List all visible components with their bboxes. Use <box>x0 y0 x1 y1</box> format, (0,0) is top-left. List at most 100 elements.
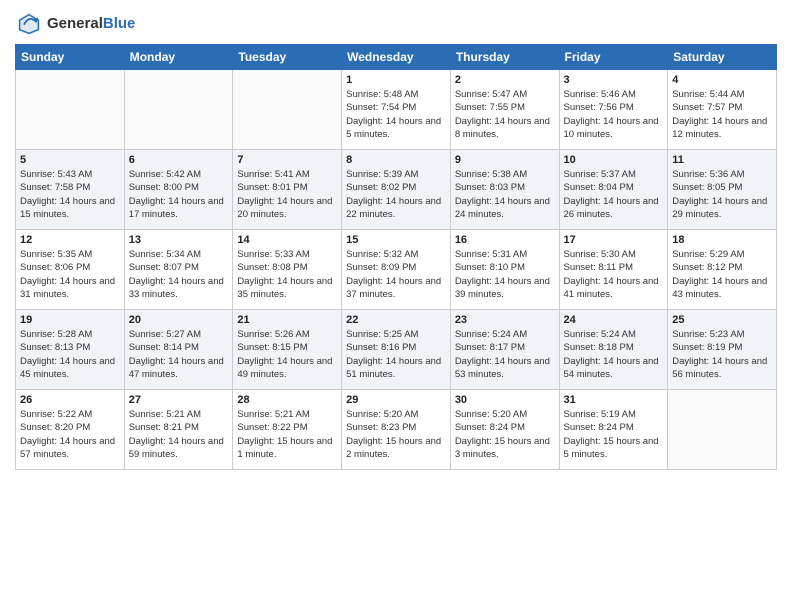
empty-cell <box>668 390 777 470</box>
day-info: Sunrise: 5:39 AMSunset: 8:02 PMDaylight:… <box>346 168 446 221</box>
day-number: 21 <box>237 314 337 326</box>
day-cell-28: 28 Sunrise: 5:21 AMSunset: 8:22 PMDayligh… <box>233 390 342 470</box>
day-cell-25: 25Sunrise: 5:23 AMSunset: 8:19 PMDayligh… <box>668 310 777 390</box>
week-row-3: 12 Sunrise: 5:35 AMSunset: 8:06 PMDayligh… <box>16 230 777 310</box>
day-cell-12: 12 Sunrise: 5:35 AMSunset: 8:06 PMDayligh… <box>16 230 125 310</box>
header-cell-sunday: Sunday <box>16 45 125 70</box>
day-info: Sunrise: 5:22 AMSunset: 8:20 PMDaylight:… <box>20 408 120 461</box>
day-number: 12 <box>20 234 120 246</box>
day-info: Sunrise: 5:25 AMSunset: 8:16 PMDaylight:… <box>346 328 446 381</box>
day-cell-27: 27Sunrise: 5:21 AMSunset: 8:21 PMDayligh… <box>124 390 233 470</box>
day-number: 18 <box>672 234 772 246</box>
day-info: Sunrise: 5:32 AMSunset: 8:09 PMDaylight:… <box>346 248 446 301</box>
page: GeneralBlue SundayMondayTuesdayWednesday… <box>0 0 792 612</box>
day-cell-1: 1Sunrise: 5:48 AMSunset: 7:54 PMDaylight… <box>342 70 451 150</box>
day-info: Sunrise: 5:41 AMSunset: 8:01 PMDaylight:… <box>237 168 337 221</box>
day-info: Sunrise: 5:24 AMSunset: 8:17 PMDaylight:… <box>455 328 555 381</box>
day-info: Sunrise: 5:34 AMSunset: 8:07 PMDaylight:… <box>129 248 229 301</box>
day-cell-26: 26 Sunrise: 5:22 AMSunset: 8:20 PMDayligh… <box>16 390 125 470</box>
header-cell-saturday: Saturday <box>668 45 777 70</box>
day-cell-17: 17 Sunrise: 5:30 AMSunset: 8:11 PMDayligh… <box>559 230 668 310</box>
day-info: Sunrise: 5:29 AMSunset: 8:12 PMDaylight:… <box>672 248 772 301</box>
day-cell-19: 19 Sunrise: 5:28 AMSunset: 8:13 PMDayligh… <box>16 310 125 390</box>
day-cell-30: 30 Sunrise: 5:20 AMSunset: 8:24 PMDayligh… <box>450 390 559 470</box>
day-number: 7 <box>237 154 337 166</box>
day-info: Sunrise: 5:30 AMSunset: 8:11 PMDaylight:… <box>564 248 664 301</box>
empty-cell <box>124 70 233 150</box>
header-row: SundayMondayTuesdayWednesdayThursdayFrid… <box>16 45 777 70</box>
day-number: 10 <box>564 154 664 166</box>
day-number: 16 <box>455 234 555 246</box>
day-info: Sunrise: 5:26 AMSunset: 8:15 PMDaylight:… <box>237 328 337 381</box>
day-info: Sunrise: 5:38 AMSunset: 8:03 PMDaylight:… <box>455 168 555 221</box>
day-cell-23: 23 Sunrise: 5:24 AMSunset: 8:17 PMDayligh… <box>450 310 559 390</box>
day-cell-3: 3Sunrise: 5:46 AMSunset: 7:56 PMDaylight… <box>559 70 668 150</box>
day-cell-18: 18 Sunrise: 5:29 AMSunset: 8:12 PMDayligh… <box>668 230 777 310</box>
day-cell-9: 9 Sunrise: 5:38 AMSunset: 8:03 PMDaylight… <box>450 150 559 230</box>
day-info: Sunrise: 5:27 AMSunset: 8:14 PMDaylight:… <box>129 328 229 381</box>
day-number: 6 <box>129 154 229 166</box>
day-number: 15 <box>346 234 446 246</box>
day-number: 31 <box>564 394 664 406</box>
empty-cell <box>16 70 125 150</box>
day-info: Sunrise: 5:21 AMSunset: 8:22 PMDaylight:… <box>237 408 337 461</box>
day-cell-31: 31 Sunrise: 5:19 AMSunset: 8:24 PMDayligh… <box>559 390 668 470</box>
day-info: Sunrise: 5:19 AMSunset: 8:24 PMDaylight:… <box>564 408 664 461</box>
day-cell-2: 2Sunrise: 5:47 AMSunset: 7:55 PMDaylight… <box>450 70 559 150</box>
day-number: 17 <box>564 234 664 246</box>
day-info: Sunrise: 5:44 AMSunset: 7:57 PMDaylight:… <box>672 88 772 141</box>
day-info: Sunrise: 5:20 AMSunset: 8:24 PMDaylight:… <box>455 408 555 461</box>
day-info: Sunrise: 5:37 AMSunset: 8:04 PMDaylight:… <box>564 168 664 221</box>
day-info: Sunrise: 5:42 AMSunset: 8:00 PMDaylight:… <box>129 168 229 221</box>
day-info: Sunrise: 5:31 AMSunset: 8:10 PMDaylight:… <box>455 248 555 301</box>
header-cell-thursday: Thursday <box>450 45 559 70</box>
logo-text: GeneralBlue <box>47 16 135 33</box>
day-number: 30 <box>455 394 555 406</box>
day-cell-29: 29 Sunrise: 5:20 AMSunset: 8:23 PMDayligh… <box>342 390 451 470</box>
day-number: 9 <box>455 154 555 166</box>
empty-cell <box>233 70 342 150</box>
logo-icon <box>15 10 43 38</box>
week-row-2: 5 Sunrise: 5:43 AMSunset: 7:58 PMDaylight… <box>16 150 777 230</box>
day-number: 2 <box>455 74 555 86</box>
header-cell-monday: Monday <box>124 45 233 70</box>
day-cell-11: 11 Sunrise: 5:36 AMSunset: 8:05 PMDayligh… <box>668 150 777 230</box>
day-number: 20 <box>129 314 229 326</box>
day-cell-13: 13 Sunrise: 5:34 AMSunset: 8:07 PMDayligh… <box>124 230 233 310</box>
day-number: 11 <box>672 154 772 166</box>
day-info: Sunrise: 5:23 AMSunset: 8:19 PMDaylight:… <box>672 328 772 381</box>
day-info: Sunrise: 5:20 AMSunset: 8:23 PMDaylight:… <box>346 408 446 461</box>
day-number: 14 <box>237 234 337 246</box>
day-number: 28 <box>237 394 337 406</box>
day-info: Sunrise: 5:46 AMSunset: 7:56 PMDaylight:… <box>564 88 664 141</box>
day-info: Sunrise: 5:21 AMSunset: 8:21 PMDaylight:… <box>129 408 229 461</box>
day-number: 29 <box>346 394 446 406</box>
day-number: 19 <box>20 314 120 326</box>
day-cell-5: 5 Sunrise: 5:43 AMSunset: 7:58 PMDaylight… <box>16 150 125 230</box>
logo: GeneralBlue <box>15 10 135 38</box>
day-number: 26 <box>20 394 120 406</box>
day-cell-21: 21 Sunrise: 5:26 AMSunset: 8:15 PMDayligh… <box>233 310 342 390</box>
day-cell-4: 4 Sunrise: 5:44 AMSunset: 7:57 PMDaylight… <box>668 70 777 150</box>
day-cell-22: 22Sunrise: 5:25 AMSunset: 8:16 PMDayligh… <box>342 310 451 390</box>
day-number: 24 <box>564 314 664 326</box>
day-cell-16: 16 Sunrise: 5:31 AMSunset: 8:10 PMDayligh… <box>450 230 559 310</box>
day-cell-20: 20 Sunrise: 5:27 AMSunset: 8:14 PMDayligh… <box>124 310 233 390</box>
day-number: 5 <box>20 154 120 166</box>
day-number: 8 <box>346 154 446 166</box>
day-info: Sunrise: 5:35 AMSunset: 8:06 PMDaylight:… <box>20 248 120 301</box>
day-info: Sunrise: 5:36 AMSunset: 8:05 PMDaylight:… <box>672 168 772 221</box>
day-number: 13 <box>129 234 229 246</box>
day-number: 23 <box>455 314 555 326</box>
day-info: Sunrise: 5:43 AMSunset: 7:58 PMDaylight:… <box>20 168 120 221</box>
day-cell-6: 6 Sunrise: 5:42 AMSunset: 8:00 PMDaylight… <box>124 150 233 230</box>
week-row-5: 26 Sunrise: 5:22 AMSunset: 8:20 PMDayligh… <box>16 390 777 470</box>
day-info: Sunrise: 5:48 AMSunset: 7:54 PMDaylight:… <box>346 88 446 141</box>
day-cell-7: 7 Sunrise: 5:41 AMSunset: 8:01 PMDaylight… <box>233 150 342 230</box>
header-cell-wednesday: Wednesday <box>342 45 451 70</box>
week-row-4: 19 Sunrise: 5:28 AMSunset: 8:13 PMDayligh… <box>16 310 777 390</box>
day-cell-8: 8 Sunrise: 5:39 AMSunset: 8:02 PMDaylight… <box>342 150 451 230</box>
header: GeneralBlue <box>15 10 777 38</box>
day-info: Sunrise: 5:28 AMSunset: 8:13 PMDaylight:… <box>20 328 120 381</box>
day-number: 4 <box>672 74 772 86</box>
